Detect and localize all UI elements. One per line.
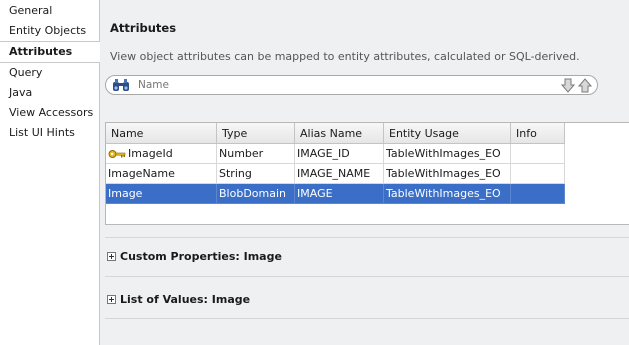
section-label: List of Values: Image <box>120 293 251 306</box>
sidebar-item-view-accessors[interactable]: View Accessors <box>0 103 99 123</box>
cell-usage: TableWithImages_EO <box>383 143 511 164</box>
arrow-up-icon[interactable] <box>578 78 592 93</box>
cell-alias: IMAGE <box>294 183 384 204</box>
arrow-down-icon[interactable] <box>561 78 575 93</box>
divider <box>105 237 629 238</box>
column-header-entity-usage[interactable]: Entity Usage <box>383 123 511 144</box>
cell-type: BlobDomain <box>216 183 295 204</box>
binoculars-icon[interactable] <box>112 79 130 92</box>
table-header: Name Type Alias Name Entity Usage Info <box>106 123 565 144</box>
sidebar-item-attributes[interactable]: Attributes <box>0 41 100 63</box>
cell-usage: TableWithImages_EO <box>383 163 511 184</box>
page-title: Attributes <box>110 21 177 35</box>
list-of-values-section[interactable]: List of Values: Image <box>107 293 250 306</box>
attributes-table: Name Type Alias Name Entity Usage Info I… <box>105 122 629 225</box>
sidebar: General Entity Objects Attributes Query … <box>0 0 100 345</box>
sidebar-item-list-ui-hints[interactable]: List UI Hints <box>0 123 99 143</box>
cell-usage: TableWithImages_EO <box>383 183 511 204</box>
sidebar-item-java[interactable]: Java <box>0 83 99 103</box>
sidebar-item-general[interactable]: General <box>0 1 99 21</box>
table-row[interactable]: ImageName String IMAGE_NAME TableWithIma… <box>106 163 565 184</box>
cell-name: ImageId <box>106 143 217 164</box>
cell-info <box>510 183 565 204</box>
page-description: View object attributes can be mapped to … <box>110 50 580 63</box>
column-header-name[interactable]: Name <box>106 123 217 144</box>
column-header-alias-name[interactable]: Alias Name <box>294 123 384 144</box>
attributes-panel: Attributes View object attributes can be… <box>100 0 629 345</box>
cell-type: String <box>216 163 295 184</box>
expand-icon[interactable] <box>107 252 116 261</box>
column-header-type[interactable]: Type <box>216 123 295 144</box>
attribute-name: ImageId <box>128 147 173 160</box>
sidebar-item-query[interactable]: Query <box>0 63 99 83</box>
expand-icon[interactable] <box>107 295 116 304</box>
cell-name: Image <box>106 183 217 204</box>
cell-name: ImageName <box>106 163 217 184</box>
table-row[interactable]: ImageId Number IMAGE_ID TableWithImages_… <box>106 143 565 164</box>
search-field[interactable] <box>105 75 598 95</box>
section-label: Custom Properties: Image <box>120 250 282 263</box>
sidebar-item-entity-objects[interactable]: Entity Objects <box>0 21 99 41</box>
column-header-info[interactable]: Info <box>510 123 565 144</box>
custom-properties-section[interactable]: Custom Properties: Image <box>107 250 282 263</box>
cell-info <box>510 143 565 164</box>
cell-alias: IMAGE_NAME <box>294 163 384 184</box>
divider <box>105 318 629 319</box>
cell-type: Number <box>216 143 295 164</box>
divider <box>105 276 629 277</box>
search-input[interactable] <box>138 78 538 92</box>
cell-alias: IMAGE_ID <box>294 143 384 164</box>
table-row-selected[interactable]: Image BlobDomain IMAGE TableWithImages_E… <box>106 183 565 204</box>
cell-info <box>510 163 565 184</box>
key-icon <box>108 150 126 158</box>
